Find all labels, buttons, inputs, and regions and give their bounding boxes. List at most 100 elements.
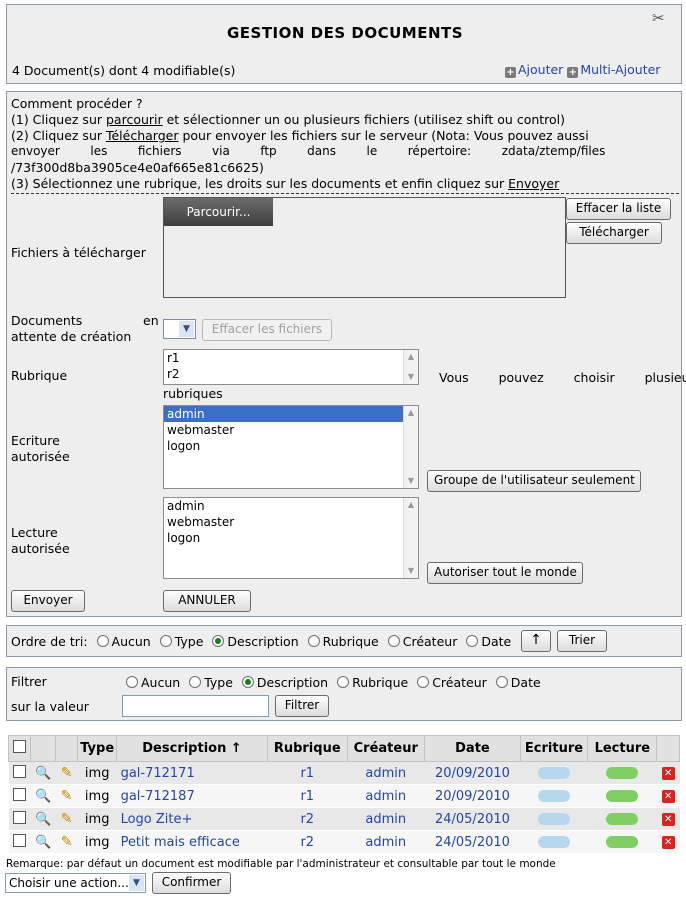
add-links: + Ajouter + Multi-Ajouter [505,62,660,78]
cell-date: 20/09/2010 [424,784,521,808]
write-permission-icon[interactable] [538,836,570,848]
read-permission-icon[interactable] [606,813,639,825]
sort-radio-type[interactable] [159,635,172,647]
write-option[interactable]: logon [164,438,418,454]
scroll-down-icon[interactable]: ▼ [404,370,418,384]
sort-radio-description[interactable] [212,635,225,647]
cell-createur[interactable]: admin [347,784,425,808]
scroll-down-icon[interactable]: ▼ [404,564,418,578]
rubrique-option[interactable]: r1 [164,350,418,366]
col-lecture: Lecture [587,735,658,762]
row-checkbox[interactable] [13,787,27,801]
cell-description[interactable]: Logo Zite+ [116,807,268,831]
col-createur[interactable]: Créateur [346,735,426,762]
write-option[interactable]: admin [164,406,418,422]
scroll-up-icon[interactable]: ▲ [404,498,418,512]
read-permission-icon[interactable] [606,836,639,848]
envoyer-link[interactable]: Envoyer [508,176,559,191]
scrollbar[interactable]: ▲ ▼ [403,350,418,384]
cell-rubrique[interactable]: r2 [267,830,348,854]
allow-all-button[interactable]: Autoriser tout le monde [427,562,583,584]
sort-radio-rubrique[interactable] [307,635,320,647]
filter-radio-aucun[interactable] [126,676,138,688]
delete-icon[interactable]: ✕ [661,835,675,849]
write-listbox[interactable]: admin webmaster logon ▲ ▼ [163,405,419,489]
read-option[interactable]: logon [164,530,418,546]
delete-icon[interactable]: ✕ [661,766,675,780]
magnifier-icon[interactable]: 🔍 [35,766,51,781]
col-date[interactable]: Date [424,735,521,762]
scroll-up-icon[interactable]: ▲ [404,350,418,364]
write-permission-icon[interactable] [538,767,570,779]
send-button[interactable]: Envoyer [11,590,85,612]
action-select[interactable]: Choisir une action... ▼ [5,873,146,893]
sort-button[interactable]: Trier [557,630,607,652]
cell-rubrique[interactable]: r2 [267,807,348,831]
telecharger-link[interactable]: Télécharger [106,128,179,143]
multi-add-link[interactable]: Multi-Ajouter [580,62,660,77]
filter-radio-createur[interactable] [417,676,430,688]
cell-description[interactable]: Petit mais efficace [116,830,268,854]
read-permission-icon[interactable] [606,767,639,779]
write-permission-icon[interactable] [538,790,570,802]
cell-rubrique[interactable]: r1 [267,784,348,808]
add-link[interactable]: Ajouter [518,62,563,77]
cell-rubrique[interactable]: r1 [267,761,348,785]
parcourir-link[interactable]: parcourir [106,112,163,127]
row-checkbox[interactable] [13,833,27,847]
col-rubrique[interactable]: Rubrique [266,735,348,762]
magnifier-icon[interactable]: 🔍 [35,789,51,804]
magnifier-icon[interactable]: 🔍 [35,835,51,850]
cell-createur[interactable]: admin [347,761,425,785]
rubrique-listbox[interactable]: r1 r2 ▲ ▼ [163,349,419,385]
cell-createur[interactable]: admin [347,830,425,854]
cell-description[interactable]: gal-712187 [116,784,268,808]
browse-button[interactable]: Parcourir... [164,198,273,226]
edit-icon[interactable]: ✎ [61,788,73,804]
clear-list-button[interactable]: Effacer la liste [566,198,671,220]
filter-value-input[interactable] [122,695,269,717]
read-listbox[interactable]: admin webmaster logon ▲ ▼ [163,497,419,579]
cell-createur[interactable]: admin [347,807,425,831]
rubrique-option[interactable]: r2 [164,366,418,382]
edit-icon[interactable]: ✎ [61,834,73,850]
confirm-button[interactable]: Confirmer [152,872,231,894]
read-option[interactable]: webmaster [164,514,418,530]
cell-description[interactable]: gal-712171 [116,761,268,785]
filter-option-label: Type [204,675,233,690]
group-only-button[interactable]: Groupe de l'utilisateur seulement [427,470,641,492]
sort-radio-aucun[interactable] [96,635,109,647]
sort-radio-createur[interactable] [387,635,400,647]
row-checkbox[interactable] [13,764,27,778]
filter-radio-type[interactable] [189,676,202,688]
write-permission-icon[interactable] [538,813,570,825]
filter-radio-description[interactable] [241,676,254,688]
download-button[interactable]: Télécharger [566,222,662,244]
scroll-down-icon[interactable]: ▼ [404,474,418,488]
scroll-up-icon[interactable]: ▲ [404,406,418,420]
filter-radio-rubrique[interactable] [337,676,350,688]
delete-icon[interactable]: ✕ [661,789,675,803]
row-checkbox[interactable] [13,810,27,824]
col-description[interactable]: Description ↑ [116,735,268,762]
plus-icon: + [505,67,516,78]
pending-files-select[interactable]: ▼ [163,319,196,339]
pending-label-2: attente de création [11,329,132,344]
magnifier-icon[interactable]: 🔍 [35,812,51,827]
col-type[interactable]: Type [77,735,118,762]
edit-icon[interactable]: ✎ [61,811,73,827]
scrollbar[interactable]: ▲ ▼ [403,406,418,488]
write-option[interactable]: webmaster [164,422,418,438]
cancel-button[interactable]: ANNULER [163,590,251,612]
filter-button[interactable]: Filtrer [275,695,329,717]
read-option[interactable]: admin [164,498,418,514]
filter-radio-date[interactable] [495,676,508,688]
sort-radio-date[interactable] [466,635,479,647]
scrollbar[interactable]: ▲ ▼ [403,498,418,578]
edit-icon[interactable]: ✎ [61,765,73,781]
select-all-checkbox[interactable] [13,740,27,753]
sort-direction-button[interactable]: ↑ [521,630,551,652]
read-permission-icon[interactable] [606,790,639,802]
delete-icon[interactable]: ✕ [661,812,675,826]
clear-files-button[interactable]: Effacer les fichiers [202,319,332,341]
